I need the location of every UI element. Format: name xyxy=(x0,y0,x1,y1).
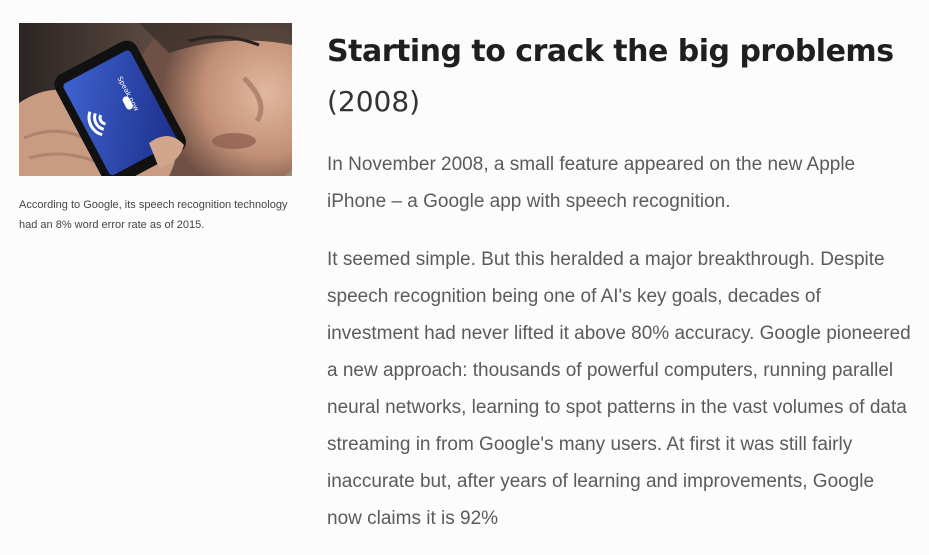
section-year: (2008) xyxy=(327,85,421,118)
figure-caption: According to Google, its speech recognit… xyxy=(19,199,288,231)
man-speaking-into-phone-photo: Speak now xyxy=(19,23,292,176)
article-paragraph: It seemed simple. But this heralded a ma… xyxy=(327,249,911,529)
article-figure: Speak now According to Google, its speec… xyxy=(19,23,292,235)
section-title: Starting to crack the big problems xyxy=(327,34,894,69)
article-paragraph: In November 2008, a small feature appear… xyxy=(327,154,856,212)
article-section: Starting to crack the big problems (2008… xyxy=(327,30,917,537)
